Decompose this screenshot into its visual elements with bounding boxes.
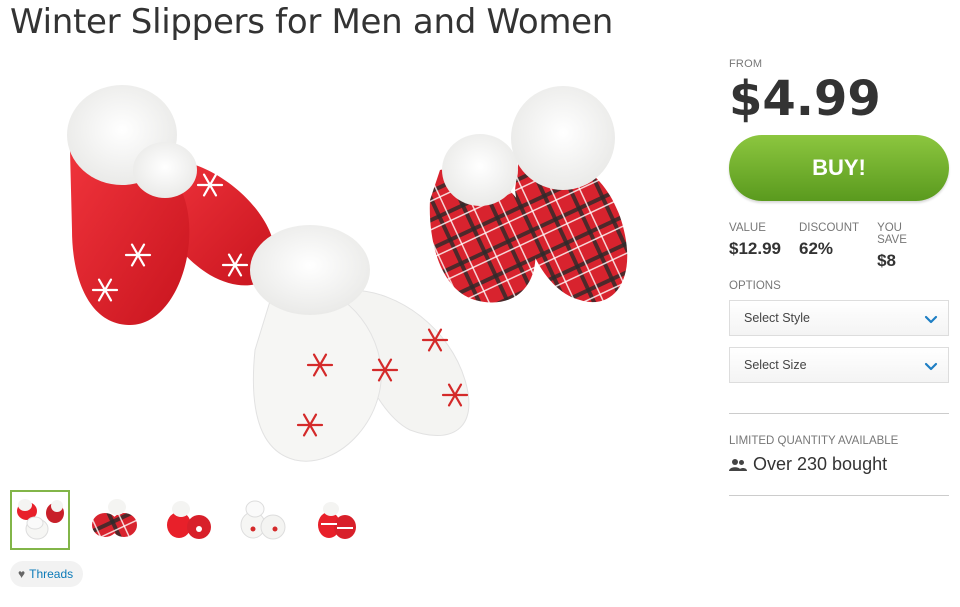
thumbnail-2[interactable]	[84, 490, 144, 550]
style-select-value: Select Style	[744, 311, 811, 325]
deal-price: $4.99	[729, 71, 881, 127]
options-label: OPTIONS	[729, 280, 781, 292]
thumbnail-strip	[10, 490, 366, 550]
divider	[729, 495, 949, 496]
threads-button[interactable]: ♥ Threads	[10, 561, 84, 587]
save-amount: $8	[877, 251, 896, 270]
deal-stats: VALUE $12.99 DISCOUNT 62% YOU SAVE $8	[729, 222, 949, 271]
product-main-image[interactable]	[10, 60, 700, 480]
thumbnail-5[interactable]	[306, 490, 366, 550]
size-select-value: Select Size	[744, 358, 807, 372]
white-slipper-pair	[250, 225, 470, 462]
discount-label: DISCOUNT	[799, 222, 860, 234]
thumbnail-4[interactable]	[232, 490, 292, 550]
threads-label: Threads	[29, 567, 74, 581]
limited-quantity-label: LIMITED QUANTITY AVAILABLE	[729, 435, 899, 447]
heart-icon: ♥	[18, 567, 26, 581]
bought-count-text: Over 230 bought	[753, 454, 888, 474]
chevron-down-icon	[924, 362, 938, 371]
thumbnail-3[interactable]	[158, 490, 218, 550]
divider	[729, 413, 949, 414]
bought-count: Over 230 bought	[729, 454, 887, 475]
chevron-down-icon	[924, 315, 938, 324]
discount-stat: DISCOUNT 62%	[799, 222, 859, 271]
value-label: VALUE	[729, 222, 766, 234]
thumbnail-1[interactable]	[10, 490, 70, 550]
discount-amount: 62%	[799, 239, 834, 258]
value-amount: $12.99	[729, 239, 781, 258]
value-stat: VALUE $12.99	[729, 222, 781, 271]
save-label: YOU SAVE	[877, 222, 907, 246]
from-label: FROM	[729, 58, 763, 70]
style-select[interactable]: Select Style	[729, 300, 949, 336]
deal-sidebar: FROM $4.99 BUY! VALUE $12.99 DISCOUNT 62…	[729, 58, 949, 496]
buy-button[interactable]: BUY!	[729, 135, 949, 201]
users-icon	[729, 458, 747, 471]
plaid-slipper-pair	[429, 86, 628, 303]
size-select[interactable]: Select Size	[729, 347, 949, 383]
save-stat: YOU SAVE $8	[877, 222, 931, 271]
red-slipper-pair	[67, 85, 276, 325]
page-title: Winter Slippers for Men and Women	[10, 2, 614, 42]
